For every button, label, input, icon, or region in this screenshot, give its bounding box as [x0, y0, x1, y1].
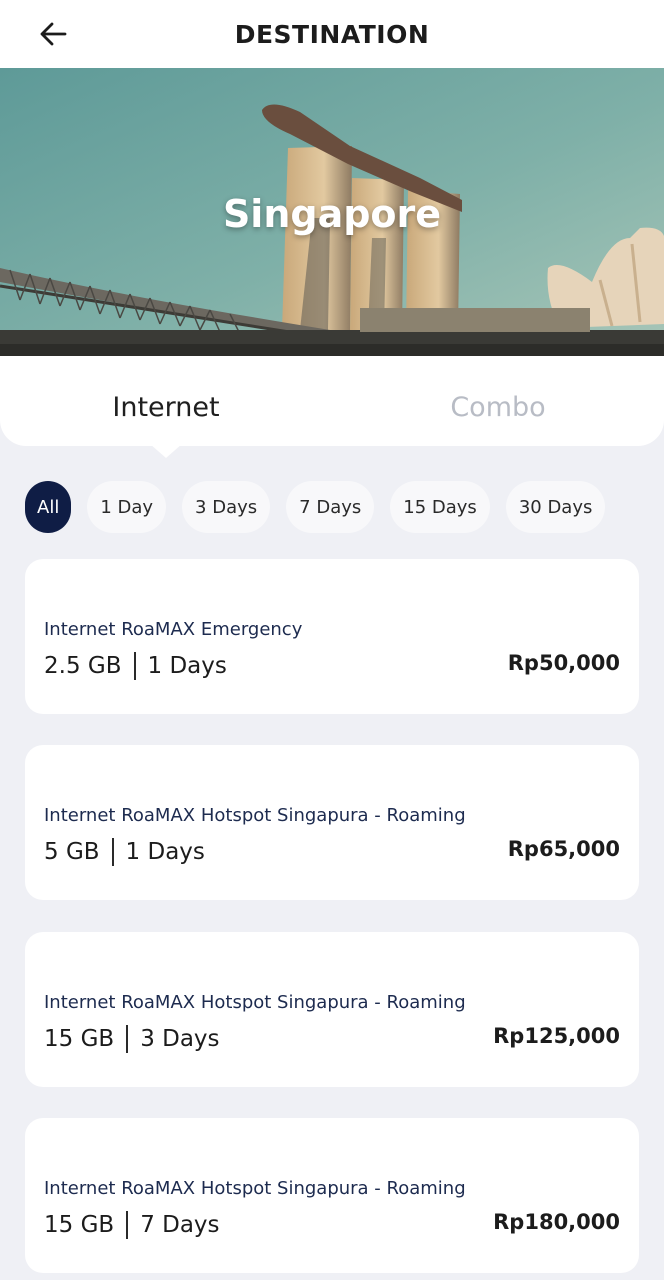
top-app-bar: DESTINATION — [0, 0, 664, 68]
package-spec: 15 GB 3 Days — [44, 1024, 220, 1054]
tab-combo[interactable]: Combo — [332, 392, 664, 423]
filter-chip-7-days[interactable]: 7 Days — [286, 481, 375, 533]
package-spec: 5 GB 1 Days — [44, 837, 205, 867]
filter-chip-30-days[interactable]: 30 Days — [505, 481, 606, 533]
filter-chip-1-day[interactable]: 1 Day — [87, 481, 167, 533]
package-card[interactable]: Internet RoaMAX Emergency 2.5 GB 1 Days … — [25, 559, 639, 714]
filter-chip-all[interactable]: All — [25, 481, 72, 533]
active-tab-indicator — [150, 444, 182, 458]
package-price: Rp50,000 — [507, 651, 620, 675]
package-spec: 15 GB 7 Days — [44, 1210, 220, 1240]
package-duration: 1 Days — [147, 653, 227, 679]
package-name: Internet RoaMAX Hotspot Singapura - Roam… — [44, 805, 466, 826]
filter-chip-3-days[interactable]: 3 Days — [182, 481, 271, 533]
package-quota: 15 GB — [44, 1212, 115, 1238]
package-price: Rp125,000 — [493, 1024, 620, 1048]
package-name: Internet RoaMAX Hotspot Singapura - Roam… — [44, 992, 466, 1013]
package-duration: 3 Days — [140, 1026, 220, 1052]
back-button[interactable] — [34, 16, 72, 52]
spec-divider — [126, 1211, 129, 1239]
tab-internet[interactable]: Internet — [0, 392, 332, 423]
package-quota: 5 GB — [44, 839, 100, 865]
spec-divider — [133, 652, 136, 680]
package-spec: 2.5 GB 1 Days — [44, 651, 227, 681]
package-name: Internet RoaMAX Hotspot Singapura - Roam… — [44, 1178, 466, 1199]
package-card[interactable]: Internet RoaMAX Hotspot Singapura - Roam… — [25, 1118, 639, 1273]
duration-filter-bar: All 1 Day 3 Days 7 Days 15 Days 30 Days — [25, 481, 606, 535]
package-name: Internet RoaMAX Emergency — [44, 619, 303, 640]
package-quota: 2.5 GB — [44, 653, 122, 679]
package-price: Rp65,000 — [507, 837, 620, 861]
product-tabs: Internet Combo — [0, 356, 664, 458]
destination-title: Singapore — [222, 192, 442, 236]
package-card[interactable]: Internet RoaMAX Hotspot Singapura - Roam… — [25, 745, 639, 900]
package-duration: 7 Days — [140, 1212, 220, 1238]
package-duration: 1 Days — [125, 839, 205, 865]
spec-divider — [126, 1025, 129, 1053]
spec-divider — [111, 838, 114, 866]
package-quota: 15 GB — [44, 1026, 115, 1052]
package-price: Rp180,000 — [493, 1210, 620, 1234]
package-card[interactable]: Internet RoaMAX Hotspot Singapura - Roam… — [25, 932, 639, 1087]
page-title: DESTINATION — [234, 19, 430, 49]
destination-hero-image: Singapore — [0, 68, 664, 356]
filter-chip-15-days[interactable]: 15 Days — [390, 481, 490, 533]
arrow-left-icon — [40, 22, 67, 46]
